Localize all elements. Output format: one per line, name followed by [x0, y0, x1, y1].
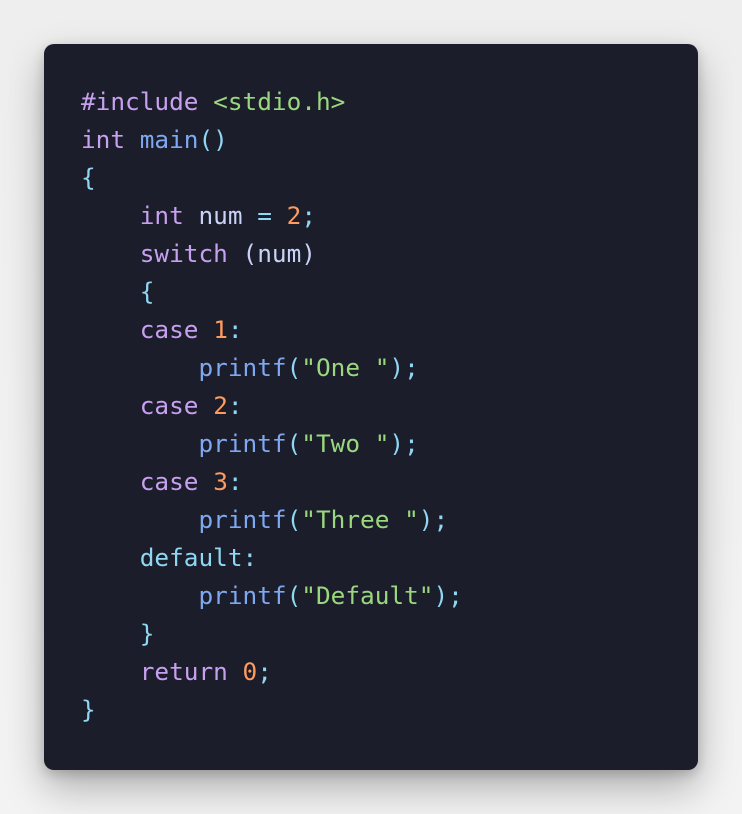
- code-token-string: "Two ": [301, 429, 390, 458]
- code-token-punct: =: [257, 201, 272, 230]
- code-token-punct: );: [433, 581, 463, 610]
- code-token-string: "One ": [301, 353, 390, 382]
- code-token-header: <stdio.h>: [213, 87, 346, 116]
- code-token-func: printf: [198, 429, 287, 458]
- code-token-keyword: switch: [139, 239, 228, 268]
- code-token-punct: :: [227, 391, 243, 420]
- code-token-punct: (: [286, 581, 302, 610]
- code-token-ident: (num): [227, 239, 316, 268]
- code-line: printf("One ");: [81, 349, 698, 387]
- code-line: {: [81, 159, 698, 197]
- code-token-punct: (): [198, 125, 228, 154]
- code-token-number: 2: [213, 391, 228, 420]
- code-line: {: [81, 273, 698, 311]
- code-token-keyword: return: [139, 657, 228, 686]
- code-token-punct: {: [139, 277, 155, 306]
- code-token-number: 1: [213, 315, 228, 344]
- code-line: }: [81, 615, 698, 653]
- code-token-punct: ;: [301, 201, 316, 230]
- code-line: case 2:: [81, 387, 698, 425]
- code-token-number: 0: [242, 657, 258, 686]
- code-token-keyword: int: [139, 201, 184, 230]
- code-token-func: main: [139, 125, 199, 154]
- code-token-default: default:: [139, 543, 258, 572]
- code-token-number: 2: [286, 201, 302, 230]
- code-line: return 0;: [81, 653, 698, 691]
- code-token-keyword: case: [139, 467, 199, 496]
- code-block: #include <stdio.h> int main(){ int num = …: [81, 83, 698, 729]
- code-token-punct: );: [389, 429, 419, 458]
- code-token-punct: (: [286, 429, 302, 458]
- code-line: case 1:: [81, 311, 698, 349]
- code-token-punct: );: [418, 505, 449, 534]
- code-line: #include <stdio.h>: [81, 83, 698, 121]
- code-line: printf("Default");: [81, 577, 698, 615]
- code-line: printf("Three ");: [81, 501, 698, 539]
- code-token-ident: num: [183, 201, 258, 230]
- code-token-punct: :: [227, 467, 243, 496]
- code-token-punct: (: [286, 353, 302, 382]
- code-token-punct: :: [227, 315, 243, 344]
- code-token-keyword: int: [81, 125, 126, 154]
- code-line: default:: [81, 539, 698, 577]
- code-token-number: 3: [213, 467, 228, 496]
- code-token-preproc: #include: [81, 87, 199, 116]
- code-token-func: printf: [198, 353, 287, 382]
- code-snippet-card: #include <stdio.h> int main(){ int num = …: [44, 44, 698, 770]
- code-line: int main(): [81, 121, 698, 159]
- code-token-keyword: case: [139, 391, 199, 420]
- code-line: switch (num): [81, 235, 698, 273]
- code-token-func: printf: [198, 505, 287, 534]
- code-token-punct: (: [286, 505, 302, 534]
- code-line: int num = 2;: [81, 197, 698, 235]
- code-token-string: "Default": [301, 581, 434, 610]
- code-line: printf("Two ");: [81, 425, 698, 463]
- code-token-punct: );: [389, 353, 419, 382]
- code-token-punct: }: [81, 695, 96, 724]
- code-token-punct: {: [81, 163, 96, 192]
- code-token-punct: ;: [257, 657, 272, 686]
- code-token-keyword: case: [139, 315, 199, 344]
- code-token-punct: }: [139, 619, 155, 648]
- code-token-string: "Three ": [301, 505, 419, 534]
- code-line: }: [81, 691, 698, 729]
- code-line: case 3:: [81, 463, 698, 501]
- code-token-func: printf: [198, 581, 287, 610]
